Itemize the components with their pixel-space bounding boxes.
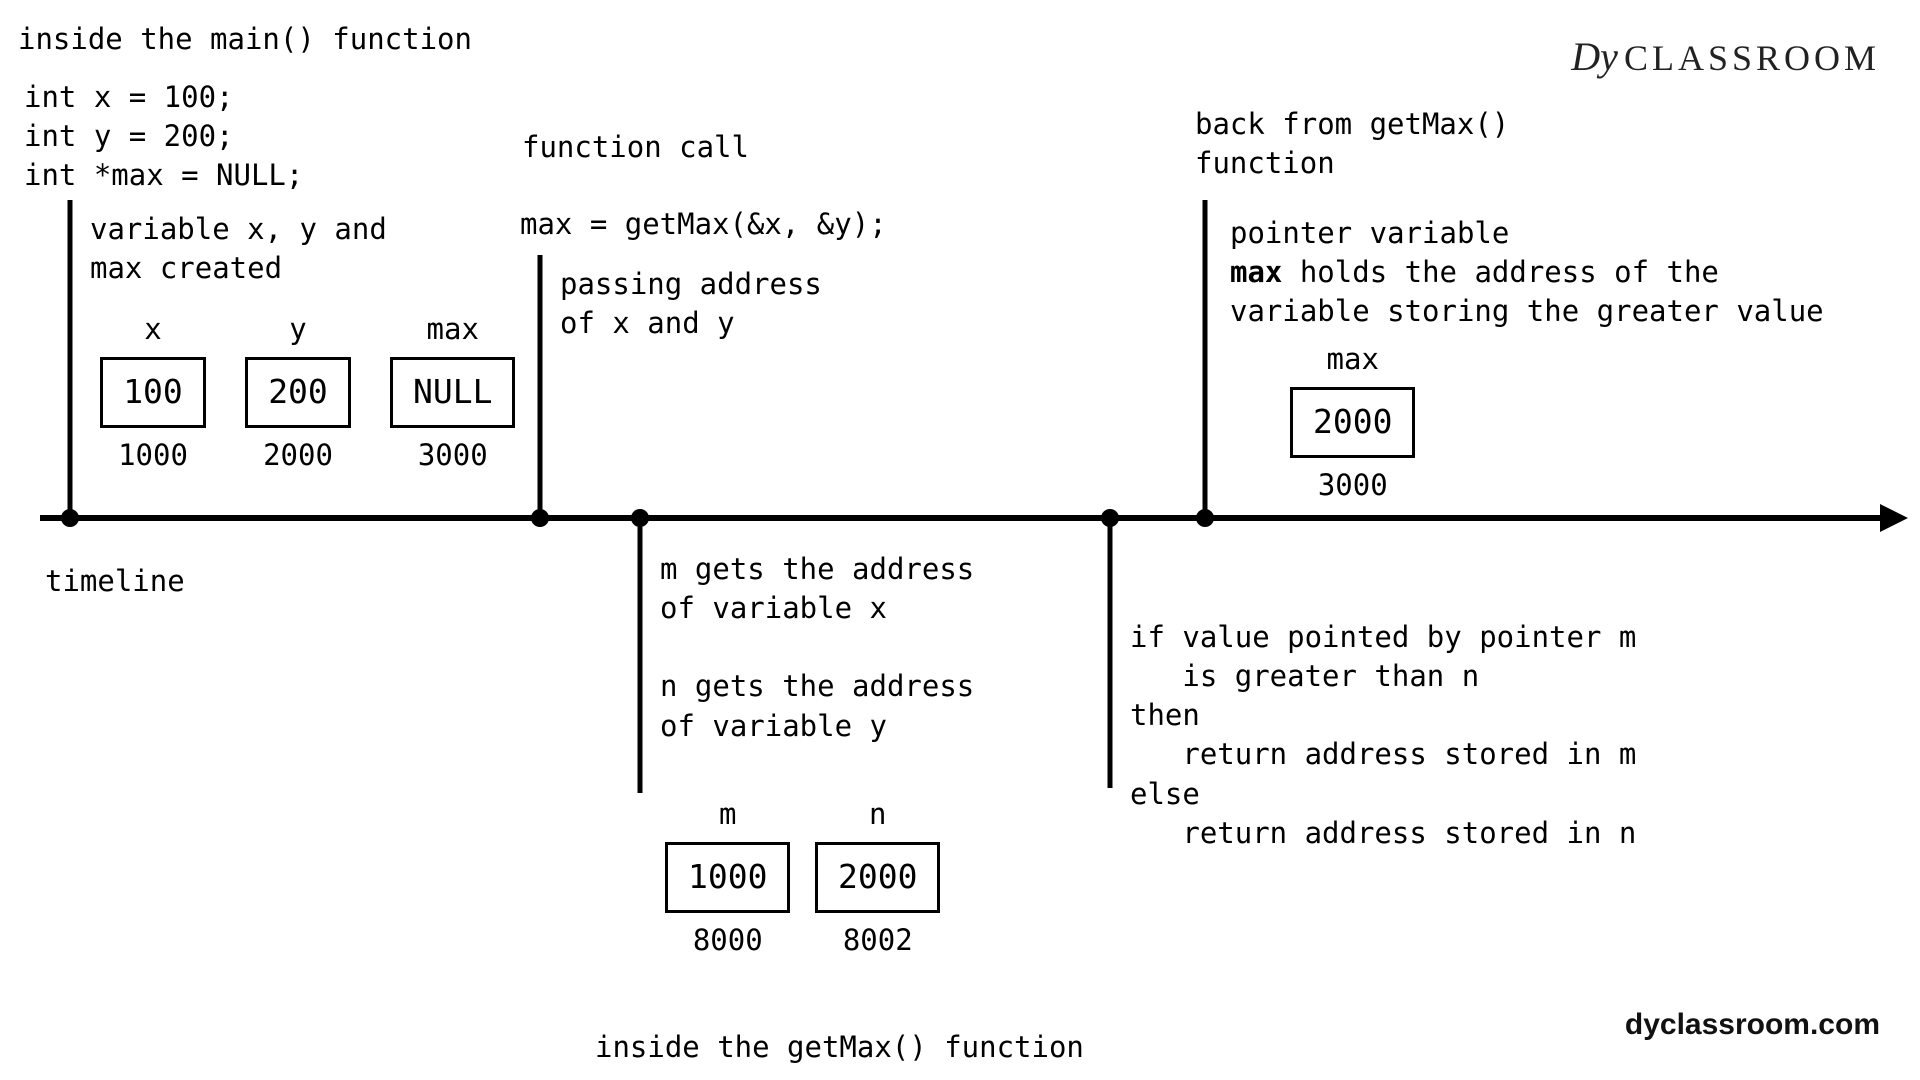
timeline-dot: [631, 509, 649, 527]
var-name: n: [815, 795, 940, 834]
step3-desc-l3: variable storing the greater value: [1230, 292, 1910, 331]
var-name: y: [245, 310, 351, 349]
timeline-dot: [531, 509, 549, 527]
branch-mn-desc: m gets the address of variable x n gets …: [660, 550, 974, 746]
branch-line-step2: [538, 255, 543, 518]
logo-glyph: Dy: [1571, 34, 1618, 79]
branch-line-mn: [638, 518, 643, 793]
step3-desc-l2: max holds the address of the: [1230, 253, 1910, 292]
timeline-label: timeline: [45, 562, 185, 601]
branch-line-ifelse: [1108, 518, 1113, 788]
var-box-max-after: max 2000 3000: [1290, 340, 1415, 505]
brand-logo: DyCLASSROOM: [1571, 30, 1880, 84]
var-box-m: m 1000 8000: [665, 795, 790, 960]
var-addr: 3000: [1290, 466, 1415, 505]
var-name: x: [100, 310, 206, 349]
timeline-dot: [61, 509, 79, 527]
footer-url: dyclassroom.com: [1625, 1005, 1880, 1046]
var-value: 1000: [665, 842, 790, 913]
var-addr: 3000: [390, 436, 515, 475]
logo-text: CLASSROOM: [1624, 38, 1880, 78]
var-addr: 1000: [100, 436, 206, 475]
step2-desc: passing address of x and y: [560, 265, 822, 343]
heading-main: inside the main() function: [18, 20, 472, 59]
step3-desc-bold: max: [1230, 255, 1282, 289]
timeline-dot: [1101, 509, 1119, 527]
branch-line-step1: [68, 200, 73, 518]
step1-title: variable x, y and max created: [90, 210, 387, 288]
heading-getmax: inside the getMax() function: [595, 1028, 1084, 1067]
step3-desc: pointer variable max holds the address o…: [1230, 214, 1910, 331]
var-name: max: [390, 310, 515, 349]
var-box-max: max NULL 3000: [390, 310, 515, 475]
code-line-2: int y = 200;: [24, 117, 234, 156]
timeline-dot: [1196, 509, 1214, 527]
var-value: 200: [245, 357, 351, 428]
var-value: NULL: [390, 357, 515, 428]
code-line-3: int *max = NULL;: [24, 156, 303, 195]
var-name: m: [665, 795, 790, 834]
branch-line-step3: [1203, 200, 1208, 518]
var-value: 2000: [815, 842, 940, 913]
arrowhead-icon: [1880, 504, 1908, 532]
step2-call: max = getMax(&x, &y);: [520, 205, 887, 244]
var-box-x: x 100 1000: [100, 310, 206, 475]
var-name: max: [1290, 340, 1415, 379]
timeline-axis: [40, 515, 1890, 521]
var-value: 2000: [1290, 387, 1415, 458]
var-value: 100: [100, 357, 206, 428]
code-line-1: int x = 100;: [24, 78, 234, 117]
var-box-n: n 2000 8002: [815, 795, 940, 960]
step2-title: function call: [522, 128, 749, 167]
step3-title: back from getMax() function: [1195, 105, 1509, 183]
branch-ifelse-text: if value pointed by pointer m is greater…: [1130, 618, 1636, 853]
step3-desc-l1: pointer variable: [1230, 214, 1910, 253]
var-addr: 8002: [815, 921, 940, 960]
var-addr: 2000: [245, 436, 351, 475]
step3-desc-post1: holds the address of the: [1282, 255, 1719, 289]
var-addr: 8000: [665, 921, 790, 960]
var-box-y: y 200 2000: [245, 310, 351, 475]
